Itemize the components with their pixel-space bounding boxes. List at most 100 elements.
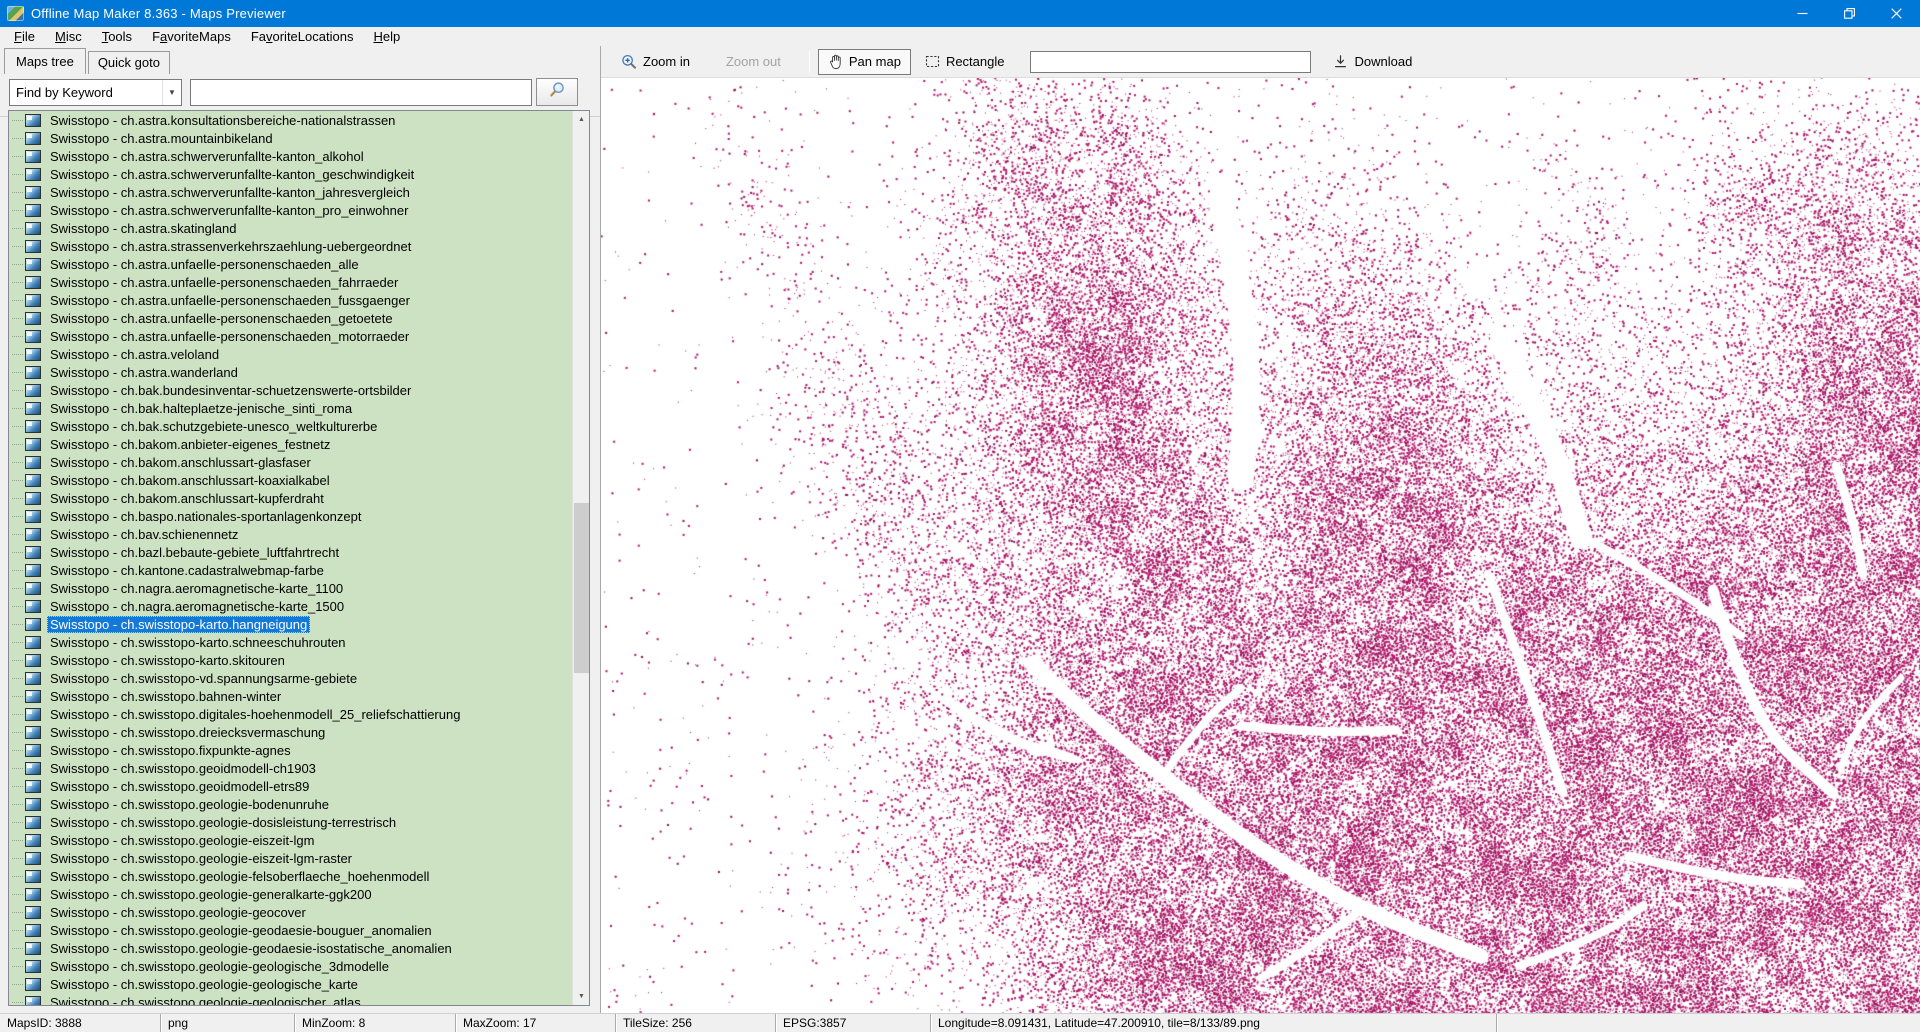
tree-item[interactable]: Swisstopo - ch.astra.veloland: [9, 345, 572, 363]
tree-item-label: Swisstopo - ch.swisstopo.geologie-geolog…: [47, 976, 361, 993]
scrollbar-thumb[interactable]: [574, 503, 589, 673]
tree-item[interactable]: Swisstopo - ch.astra.schwerverunfallte-k…: [9, 165, 572, 183]
tree-connector: [12, 174, 23, 175]
menu-item-file[interactable]: File: [6, 28, 43, 45]
tree-item[interactable]: Swisstopo - ch.swisstopo-vd.spannungsarm…: [9, 669, 572, 687]
tree-connector: [12, 840, 23, 841]
tree-item[interactable]: Swisstopo - ch.swisstopo.geologie-bodenu…: [9, 795, 572, 813]
tree-item[interactable]: Swisstopo - ch.bazl.bebaute-gebiete_luft…: [9, 543, 572, 561]
tree-scrollbar[interactable]: ▲ ▼: [572, 111, 589, 1005]
map-layer-icon: [25, 726, 41, 739]
tree-item[interactable]: Swisstopo - ch.astra.unfaelle-personensc…: [9, 327, 572, 345]
zoom-in-button[interactable]: Zoom in: [611, 49, 700, 75]
tree-connector: [12, 966, 23, 967]
map-canvas[interactable]: [601, 78, 1920, 1013]
tree-item-label: Swisstopo - ch.kantone.cadastralwebmap-f…: [47, 562, 327, 579]
tree-item[interactable]: Swisstopo - ch.kantone.cadastralwebmap-f…: [9, 561, 572, 579]
tree-item[interactable]: Swisstopo - ch.swisstopo.geologie-geocov…: [9, 903, 572, 921]
tree-item[interactable]: Swisstopo - ch.swisstopo.bahnen-winter: [9, 687, 572, 705]
tree-connector: [12, 462, 23, 463]
tree-item[interactable]: Swisstopo - ch.bav.schienennetz: [9, 525, 572, 543]
tree-item[interactable]: Swisstopo - ch.swisstopo.geoidmodell-ch1…: [9, 759, 572, 777]
tree-item[interactable]: Swisstopo - ch.baspo.nationales-sportanl…: [9, 507, 572, 525]
tree-item[interactable]: Swisstopo - ch.swisstopo-karto.schneesch…: [9, 633, 572, 651]
tree-item-label: Swisstopo - ch.swisstopo.geologie-geodae…: [47, 940, 455, 957]
map-layer-icon: [25, 294, 41, 307]
map-layer-icon: [25, 762, 41, 775]
tree-item[interactable]: Swisstopo - ch.swisstopo.geologie-geolog…: [9, 993, 572, 1005]
tree-item[interactable]: Swisstopo - ch.swisstopo.geologie-eiszei…: [9, 849, 572, 867]
map-viewport[interactable]: [601, 77, 1920, 1013]
tree-item[interactable]: Swisstopo - ch.astra.unfaelle-personensc…: [9, 255, 572, 273]
tree-item[interactable]: Swisstopo - ch.swisstopo.geologie-dosisl…: [9, 813, 572, 831]
tree-item-label: Swisstopo - ch.nagra.aeromagnetische-kar…: [47, 580, 346, 597]
tree-item[interactable]: Swisstopo - ch.swisstopo.geologie-felsob…: [9, 867, 572, 885]
tree-item[interactable]: Swisstopo - ch.bak.schutzgebiete-unesco_…: [9, 417, 572, 435]
close-button[interactable]: [1873, 0, 1920, 27]
tree-item[interactable]: Swisstopo - ch.bakom.anschlussart-kupfer…: [9, 489, 572, 507]
tree-item[interactable]: Swisstopo - ch.astra.unfaelle-personensc…: [9, 273, 572, 291]
menu-item-misc[interactable]: Misc: [47, 28, 90, 45]
tab-quick-goto[interactable]: Quick goto: [88, 51, 170, 74]
menu-item-tools[interactable]: Tools: [94, 28, 140, 45]
zoom-out-button[interactable]: Zoom out: [716, 49, 791, 74]
scroll-down-icon[interactable]: ▼: [573, 988, 590, 1005]
tree-item[interactable]: Swisstopo - ch.astra.strassenverkehrszae…: [9, 237, 572, 255]
tree-item[interactable]: Swisstopo - ch.astra.schwerverunfallte-k…: [9, 147, 572, 165]
tree-item[interactable]: Swisstopo - ch.swisstopo.geologie-geodae…: [9, 939, 572, 957]
tree-item[interactable]: Swisstopo - ch.bak.halteplaetze-jenische…: [9, 399, 572, 417]
tree-item[interactable]: Swisstopo - ch.swisstopo-karto.hangneigu…: [9, 615, 572, 633]
tab-maps-tree[interactable]: Maps tree: [4, 48, 86, 74]
tree-item-label: Swisstopo - ch.astra.unfaelle-personensc…: [47, 292, 413, 309]
search-button[interactable]: [536, 78, 578, 106]
search-input[interactable]: [190, 79, 532, 106]
find-mode-dropdown[interactable]: Find by Keyword ▼: [9, 79, 182, 106]
tree-item[interactable]: Swisstopo - ch.nagra.aeromagnetische-kar…: [9, 597, 572, 615]
map-layer-icon: [25, 492, 41, 505]
tree-item[interactable]: Swisstopo - ch.swisstopo.geologie-geodae…: [9, 921, 572, 939]
tree-item[interactable]: Swisstopo - ch.swisstopo.geoidmodell-etr…: [9, 777, 572, 795]
tree-item-label: Swisstopo - ch.swisstopo.geologie-felsob…: [47, 868, 432, 885]
tree-item[interactable]: Swisstopo - ch.astra.konsultationsbereic…: [9, 111, 572, 129]
tree-item[interactable]: Swisstopo - ch.bak.bundesinventar-schuet…: [9, 381, 572, 399]
tree-item[interactable]: Swisstopo - ch.swisstopo.geologie-genera…: [9, 885, 572, 903]
menu-item-favoritemaps[interactable]: FavoriteMaps: [144, 28, 239, 45]
tree-connector: [12, 732, 23, 733]
tree-item[interactable]: Swisstopo - ch.astra.unfaelle-personensc…: [9, 291, 572, 309]
tree-item[interactable]: Swisstopo - ch.astra.schwerverunfallte-k…: [9, 201, 572, 219]
menu-item-help[interactable]: Help: [365, 28, 408, 45]
map-layer-icon: [25, 600, 41, 613]
tree-item[interactable]: Swisstopo - ch.swisstopo.geologie-geolog…: [9, 975, 572, 993]
menu-bar: FileMiscToolsFavoriteMapsFavoriteLocatio…: [0, 27, 1920, 46]
tree-item[interactable]: Swisstopo - ch.bakom.anbieter-eigenes_fe…: [9, 435, 572, 453]
tree-item[interactable]: Swisstopo - ch.astra.mountainbikeland: [9, 129, 572, 147]
map-layer-icon: [25, 780, 41, 793]
tree-item[interactable]: Swisstopo - ch.astra.wanderland: [9, 363, 572, 381]
tree-item[interactable]: Swisstopo - ch.astra.unfaelle-personensc…: [9, 309, 572, 327]
tree-item[interactable]: Swisstopo - ch.swisstopo.geologie-geolog…: [9, 957, 572, 975]
scroll-up-icon[interactable]: ▲: [573, 111, 590, 128]
tree-item[interactable]: Swisstopo - ch.bakom.anschlussart-glasfa…: [9, 453, 572, 471]
tree-item[interactable]: Swisstopo - ch.astra.schwerverunfallte-k…: [9, 183, 572, 201]
chevron-down-icon[interactable]: ▼: [162, 80, 181, 105]
menu-item-favoritelocations[interactable]: FavoriteLocations: [243, 28, 362, 45]
tree-item[interactable]: Swisstopo - ch.astra.skatingland: [9, 219, 572, 237]
tree-connector: [12, 120, 23, 121]
toolbar-input[interactable]: [1030, 51, 1311, 73]
tree-item[interactable]: Swisstopo - ch.bakom.anschlussart-koaxia…: [9, 471, 572, 489]
tree-item[interactable]: Swisstopo - ch.swisstopo.fixpunkte-agnes: [9, 741, 572, 759]
minimize-button[interactable]: [1779, 0, 1826, 27]
tree-item[interactable]: Swisstopo - ch.swisstopo.geologie-eiszei…: [9, 831, 572, 849]
tree-item[interactable]: Swisstopo - ch.swisstopo.digitales-hoehe…: [9, 705, 572, 723]
pan-map-button[interactable]: Pan map: [818, 49, 911, 75]
tree-item[interactable]: Swisstopo - ch.nagra.aeromagnetische-kar…: [9, 579, 572, 597]
tree-item[interactable]: Swisstopo - ch.swisstopo.dreiecksvermasc…: [9, 723, 572, 741]
map-layer-icon: [25, 564, 41, 577]
map-layer-icon: [25, 618, 41, 631]
tree-item-label: Swisstopo - ch.astra.veloland: [47, 346, 222, 363]
rectangle-button[interactable]: Rectangle: [915, 49, 1015, 74]
restore-button[interactable]: [1826, 0, 1873, 27]
tree-item-label: Swisstopo - ch.bakom.anschlussart-koaxia…: [47, 472, 333, 489]
tree-item[interactable]: Swisstopo - ch.swisstopo-karto.skitouren: [9, 651, 572, 669]
download-button[interactable]: Download: [1323, 49, 1422, 74]
